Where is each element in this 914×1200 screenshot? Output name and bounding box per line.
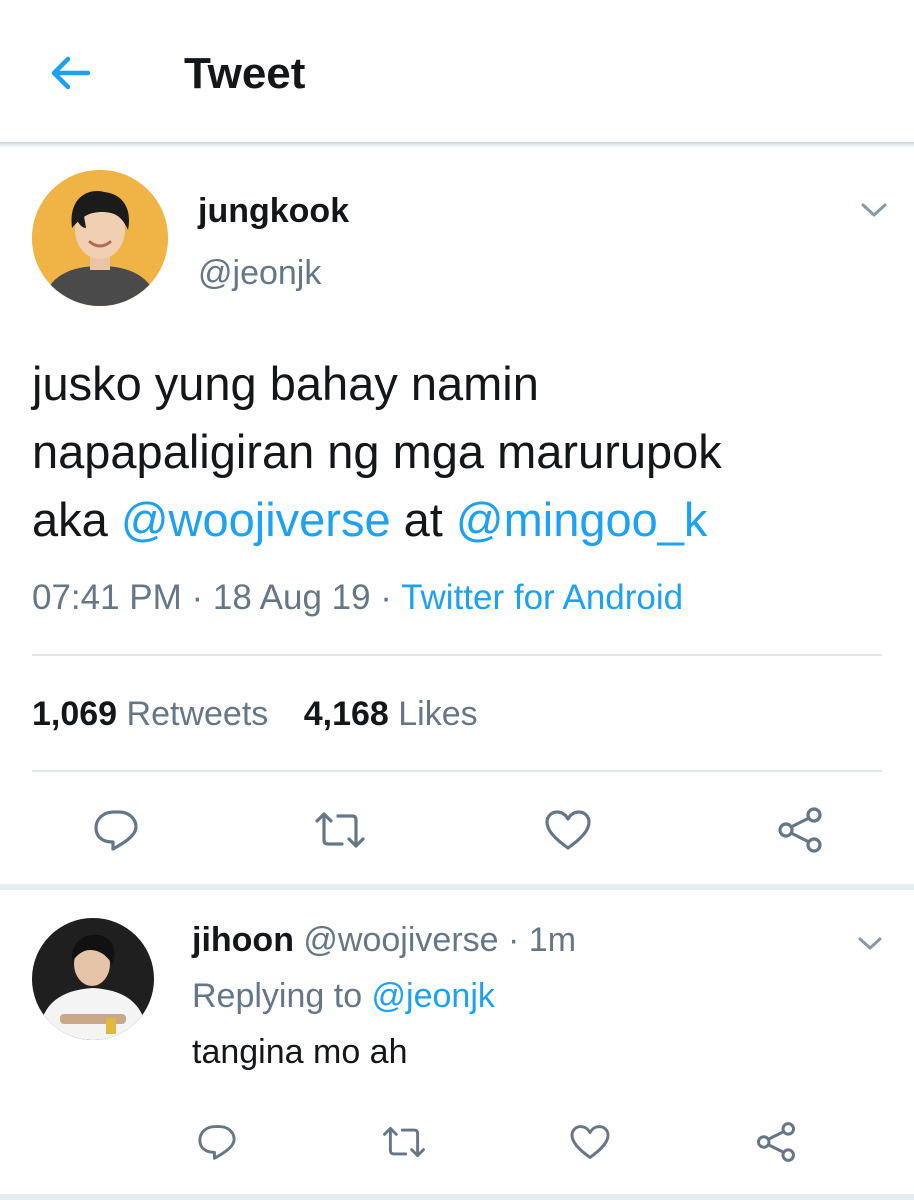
retweets-stat[interactable]: 1,069 Retweets xyxy=(32,695,268,733)
tweet-text-line: napapaligiran ng mga marurupok xyxy=(32,425,722,478)
meta-separator: · xyxy=(181,578,213,617)
avatar-image xyxy=(32,918,154,1040)
share-button[interactable] xyxy=(768,800,832,860)
author-handle[interactable]: @jeonjk xyxy=(198,252,321,294)
reply-icon xyxy=(198,1125,236,1160)
divider xyxy=(32,654,882,656)
share-icon xyxy=(757,1122,795,1162)
reply-icon xyxy=(94,810,138,851)
tweet-stats: 1,069 Retweets 4,168 Likes xyxy=(32,692,478,736)
section-divider xyxy=(0,884,914,890)
likes-count: 4,168 xyxy=(303,695,389,733)
arrow-left-icon xyxy=(51,56,91,90)
reply-text: tangina mo ah xyxy=(192,1033,408,1071)
reply-avatar[interactable] xyxy=(32,918,154,1040)
meta-separator: · xyxy=(370,578,402,617)
like-icon xyxy=(570,1125,610,1159)
top-app-bar xyxy=(0,0,914,142)
retweet-icon xyxy=(315,812,365,848)
replying-to: Replying to @jeonjk xyxy=(192,974,495,1018)
tweet-time: 07:41 PM xyxy=(32,578,182,617)
tweet-text-line: aka @woojiverse at @mingoo_k xyxy=(32,486,892,554)
reply-share-button[interactable] xyxy=(750,1116,802,1168)
chevron-down-icon xyxy=(861,203,887,217)
back-button[interactable] xyxy=(40,46,100,100)
header-divider xyxy=(0,142,914,148)
retweet-button[interactable] xyxy=(308,802,372,858)
likes-label: Likes xyxy=(388,695,478,733)
tweet-menu-button[interactable] xyxy=(852,193,896,227)
avatar-image xyxy=(32,170,168,306)
mention-link[interactable]: @woojiverse xyxy=(121,493,391,546)
mention-link[interactable]: @mingoo_k xyxy=(456,493,708,546)
tweet-date: 18 Aug 19 xyxy=(212,578,371,617)
reply-menu-button[interactable] xyxy=(848,926,892,960)
retweets-count: 1,069 xyxy=(32,695,118,733)
tweet-text-segment: aka xyxy=(32,493,121,546)
reply-retweet-button[interactable] xyxy=(376,1118,432,1166)
author-name[interactable]: jungkook xyxy=(198,190,349,232)
tweet-text-segment: at xyxy=(390,493,456,546)
reply-header: jihoon @woojiverse · 1m xyxy=(192,918,576,962)
reply-button[interactable] xyxy=(84,802,148,858)
likes-stat[interactable]: 4,168 Likes xyxy=(304,695,478,733)
reply-author-handle[interactable]: @woojiverse xyxy=(294,921,498,959)
tweet-meta: 07:41 PM · 18 Aug 19 · Twitter for Andro… xyxy=(32,574,683,622)
reply-separator: · xyxy=(498,921,529,959)
like-button[interactable] xyxy=(536,802,600,858)
reply-like-button[interactable] xyxy=(564,1118,616,1166)
tweet-text: jusko yung bahay namin napapaligiran ng … xyxy=(32,350,892,554)
replying-prefix: Replying to xyxy=(192,977,372,1015)
tweet-text-line: jusko yung bahay namin xyxy=(32,357,539,410)
page-title: Tweet xyxy=(184,49,306,98)
retweet-icon xyxy=(383,1126,425,1158)
share-icon xyxy=(778,807,822,853)
reply-author-name[interactable]: jihoon xyxy=(192,921,294,959)
divider xyxy=(32,770,882,772)
tweet-source-link[interactable]: Twitter for Android xyxy=(401,578,683,617)
author-avatar[interactable] xyxy=(32,170,168,306)
replying-to-link[interactable]: @jeonjk xyxy=(372,977,495,1015)
retweets-label: Retweets xyxy=(117,695,269,733)
section-divider xyxy=(0,1194,914,1200)
reply-time: 1m xyxy=(528,921,577,959)
chevron-down-icon xyxy=(858,937,882,949)
like-icon xyxy=(545,810,591,850)
reply-reply-button[interactable] xyxy=(192,1118,242,1166)
